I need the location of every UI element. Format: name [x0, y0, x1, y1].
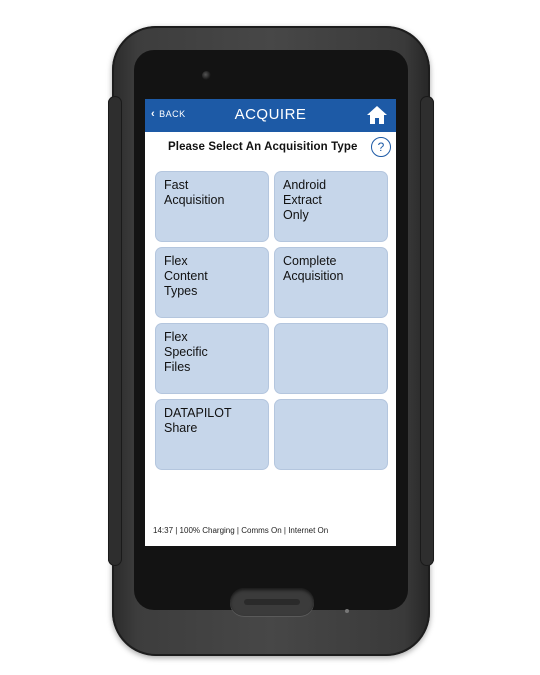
front-camera [202, 71, 211, 80]
status-bar: 14:37 | 100% Charging | Comms On | Inter… [153, 526, 329, 535]
acquisition-prompt: Please Select An Acquisition Type [168, 141, 358, 153]
tile-empty-1[interactable] [275, 324, 387, 393]
microphone-dot [345, 609, 349, 613]
tile-datapilot-share[interactable]: DATAPILOT Share [156, 400, 268, 469]
left-bumper [108, 96, 122, 566]
tile-complete-acquisition[interactable]: Complete Acquisition [275, 248, 387, 317]
hardware-home-key[interactable] [230, 588, 314, 616]
page-title: ACQUIRE [234, 106, 307, 123]
right-bumper [420, 96, 434, 566]
subheader: Please Select An Acquisition Type ? [145, 137, 396, 161]
tile-flex-content-types[interactable]: Flex Content Types [156, 248, 268, 317]
header-bar: ‹ BACK ACQUIRE [145, 99, 396, 132]
app-screen: ‹ BACK ACQUIRE Please Select An Acquisit… [145, 99, 396, 546]
tile-android-extract-only[interactable]: Android Extract Only [275, 172, 387, 241]
tile-fast-acquisition[interactable]: Fast Acquisition [156, 172, 268, 241]
help-icon[interactable]: ? [371, 137, 391, 157]
home-icon[interactable] [366, 105, 388, 125]
tile-flex-specific-files[interactable]: Flex Specific Files [156, 324, 268, 393]
tile-empty-2[interactable] [275, 400, 387, 469]
acquisition-grid: Fast Acquisition Android Extract Only Fl… [156, 172, 387, 469]
